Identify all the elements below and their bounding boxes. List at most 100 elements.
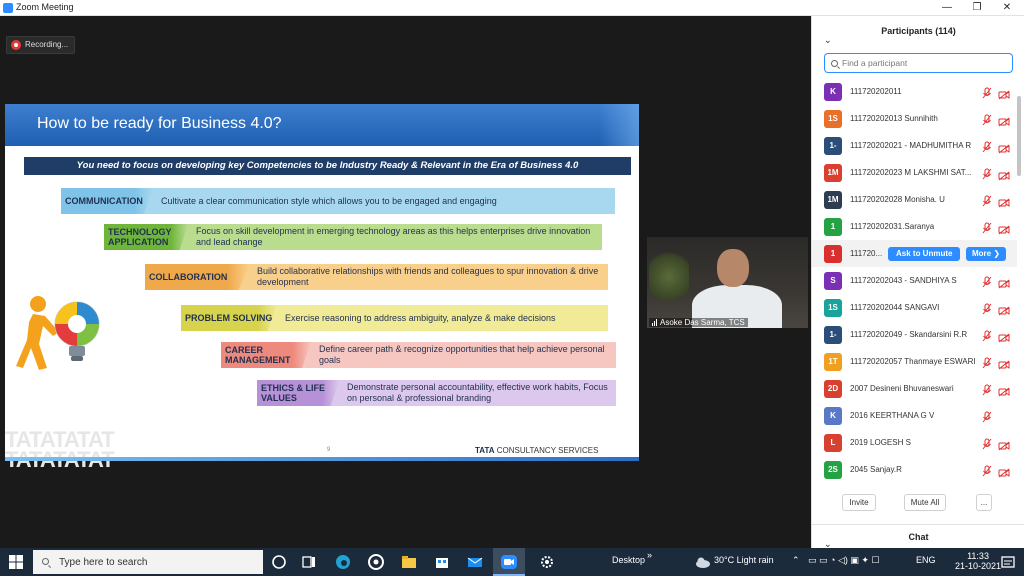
tcs-footer-logo: TATA CONSULTANCY SERVICES <box>475 446 599 455</box>
recording-indicator[interactable]: Recording... <box>6 36 76 54</box>
mic-muted-icon[interactable] <box>982 383 992 395</box>
desktop-toolbar-label[interactable]: Desktop <box>612 555 645 565</box>
mic-muted-icon[interactable] <box>982 275 992 287</box>
video-off-icon[interactable] <box>998 87 1010 99</box>
video-off-icon[interactable] <box>998 222 1010 234</box>
tray-overflow-icon[interactable]: ⌃ <box>792 555 800 566</box>
avatar: S <box>824 271 842 290</box>
mute-all-button[interactable]: Mute All <box>904 494 946 511</box>
cortana-icon[interactable] <box>270 553 288 571</box>
mic-muted-icon[interactable] <box>982 329 992 341</box>
zoom-taskbar-button[interactable] <box>493 548 525 576</box>
tray-status-icons[interactable]: ▭ ▭ ◔ ◁) ▣ ✦ ☐ <box>808 555 879 566</box>
participant-row[interactable]: 1 111720202031.Saranya <box>812 213 1017 240</box>
competency-label: ETHICS & LIFE VALUES <box>257 380 339 406</box>
mic-muted-icon[interactable] <box>982 113 992 125</box>
participant-row[interactable]: 2S 2045 Sanjay.R <box>812 456 1017 483</box>
mic-muted-icon[interactable] <box>982 194 992 206</box>
file-explorer-icon[interactable] <box>400 553 418 571</box>
participant-row[interactable]: 1T 111720202057 Thanmaye ESWARI <box>812 348 1017 375</box>
participant-row[interactable]: 1M 111720202023 M LAKSHMI SAT... <box>812 159 1017 186</box>
windows-start-icon[interactable] <box>9 555 23 569</box>
competency-description: Focus on skill development in emerging t… <box>196 226 591 247</box>
mic-muted-icon[interactable] <box>982 437 992 449</box>
video-off-icon[interactable] <box>998 330 1010 342</box>
video-off-icon[interactable] <box>998 114 1010 126</box>
competency-label: PROBLEM SOLVING <box>181 305 277 331</box>
competency-label: CAREER MANAGEMENT <box>221 342 311 368</box>
competency-description: Cultivate a clear communication style wh… <box>161 195 497 206</box>
participant-row[interactable]: 1- 111720202049 - Skandarsini R.R <box>812 321 1017 348</box>
competency-label: COLLABORATION <box>145 264 249 290</box>
ask-to-unmute-button[interactable]: Ask to Unmute <box>888 246 961 261</box>
chat-title: Chat <box>908 532 929 542</box>
clock[interactable]: 11:33 21-10-2021 <box>955 551 1001 571</box>
participant-name: 111720202057 Thanmaye ESWARI <box>850 357 976 366</box>
signal-strength-icon <box>652 319 657 326</box>
participant-row[interactable]: 1 111720... Ask to Unmute More ❯ <box>812 240 1017 267</box>
mic-muted-icon[interactable] <box>982 464 992 476</box>
chevron-down-icon[interactable]: ⌄ <box>824 25 832 55</box>
minimize-button[interactable]: — <box>932 0 962 16</box>
mail-icon[interactable] <box>466 553 484 571</box>
mic-muted-icon[interactable] <box>982 221 992 233</box>
participant-name: 111720202049 - Skandarsini R.R <box>850 330 968 339</box>
settings-icon[interactable] <box>538 553 556 571</box>
maximize-button[interactable]: ❐ <box>962 0 992 16</box>
participant-row[interactable]: S 111720202043 - SANDHIYA S <box>812 267 1017 294</box>
zoom-app-icon <box>3 3 13 13</box>
slide-footer-strip <box>5 457 639 461</box>
participant-name: 111720... <box>850 249 883 258</box>
close-button[interactable]: ✕ <box>992 0 1022 16</box>
mic-muted-icon[interactable] <box>982 167 992 179</box>
chat-header[interactable]: ⌄ Chat <box>812 524 1024 549</box>
participant-row[interactable]: K 111720202011 <box>812 78 1017 105</box>
more-options-button[interactable]: ... <box>976 494 992 511</box>
video-off-icon[interactable] <box>998 384 1010 396</box>
participant-search-input[interactable]: Find a participant <box>824 53 1013 73</box>
participant-row[interactable]: 1M 111720202028 Monisha. U <box>812 186 1017 213</box>
taskbar-search-box[interactable]: Type here to search <box>33 550 263 574</box>
video-off-icon[interactable] <box>998 438 1010 450</box>
video-off-icon[interactable] <box>998 141 1010 153</box>
weather-label[interactable]: 30°C Light rain <box>714 555 774 565</box>
mic-muted-icon[interactable] <box>982 140 992 152</box>
video-off-icon[interactable] <box>998 357 1010 369</box>
edge-browser-icon[interactable] <box>334 553 352 571</box>
video-off-icon[interactable] <box>998 168 1010 180</box>
participant-row[interactable]: 1- 111720202021 - MADHUMITHA R <box>812 132 1017 159</box>
participant-row[interactable]: L 2019 LOGESH S <box>812 429 1017 456</box>
toolbar-expand-icon[interactable]: » <box>647 550 652 560</box>
language-indicator[interactable]: ENG <box>916 555 936 565</box>
avatar: 2D <box>824 379 842 398</box>
participant-more-button[interactable]: More ❯ <box>966 246 1007 261</box>
speaker-name: Asoke Das Sarma, TCS <box>660 318 745 327</box>
participant-row[interactable]: 1S 111720202013 Sunnihith <box>812 105 1017 132</box>
mic-muted-icon[interactable] <box>982 410 992 422</box>
slide-title: How to be ready for Business 4.0? <box>37 115 282 132</box>
speaker-video-tile[interactable]: Asoke Das Sarma, TCS <box>647 237 808 328</box>
competency-row: COMMUNICATION Cultivate a clear communica… <box>61 188 615 214</box>
competency-row: ETHICS & LIFE VALUES Demonstrate personal… <box>257 380 616 406</box>
avatar: L <box>824 433 842 452</box>
participant-row[interactable]: 1S 111720202044 SANGAVI <box>812 294 1017 321</box>
mic-muted-icon[interactable] <box>982 356 992 368</box>
mic-muted-icon[interactable] <box>982 86 992 98</box>
store-icon[interactable] <box>433 553 451 571</box>
notifications-icon[interactable] <box>999 553 1017 571</box>
participant-row[interactable]: 2D 2007 Desineni Bhuvaneswari <box>812 375 1017 402</box>
task-view-icon[interactable] <box>300 553 318 571</box>
video-off-icon[interactable] <box>998 303 1010 315</box>
participant-row[interactable]: K 2016 KEERTHANA G V <box>812 402 1017 429</box>
video-off-icon[interactable] <box>998 465 1010 477</box>
participant-list-scrollbar[interactable] <box>1017 96 1021 176</box>
participant-name: 111720202011 <box>850 87 902 96</box>
record-icon <box>11 40 21 50</box>
video-off-icon[interactable] <box>998 276 1010 288</box>
participant-name: 111720202031.Saranya <box>850 222 935 231</box>
chrome-browser-icon[interactable] <box>367 553 385 571</box>
video-off-icon[interactable] <box>998 195 1010 207</box>
avatar: K <box>824 82 842 101</box>
mic-muted-icon[interactable] <box>982 302 992 314</box>
invite-button[interactable]: Invite <box>842 494 876 511</box>
